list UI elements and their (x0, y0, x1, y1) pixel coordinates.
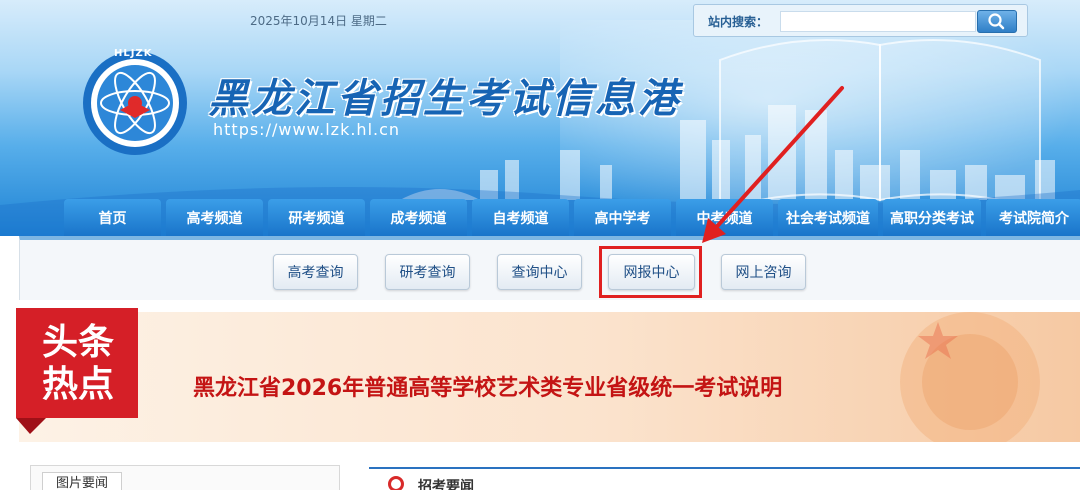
badge-line-2: 热点 (41, 364, 114, 405)
nav-tab-zhongkao[interactable]: 中考频道 (676, 199, 773, 237)
online-consult-button[interactable]: 网上咨询 (721, 254, 806, 290)
nav-tab-xuekao[interactable]: 高中学考 (574, 199, 671, 237)
current-date: 2025年10月14日 星期二 (250, 14, 387, 28)
site-search: 站内搜索： (693, 4, 1028, 37)
search-button[interactable] (977, 10, 1017, 33)
nav-tab-chengkao[interactable]: 成考频道 (370, 199, 467, 237)
nav-tab-zikao[interactable]: 自考频道 (472, 199, 569, 237)
search-icon (988, 13, 1005, 30)
nav-tab-gaokao[interactable]: 高考频道 (166, 199, 263, 237)
search-input[interactable] (780, 11, 976, 32)
hljzk-logo (83, 51, 187, 155)
admission-news-panel (369, 467, 1080, 490)
site-title: 黑龙江省招生考试信息港 (208, 75, 681, 122)
gaokao-query-button[interactable]: 高考查询 (273, 254, 358, 290)
nav-tab-gaozhi[interactable]: 高职分类考试 (883, 199, 981, 237)
headline-link[interactable]: 黑龙江省2026年普通高等学校艺术类专业省级统一考试说明 (193, 370, 782, 402)
headline-badge-text: 头条 热点 (30, 322, 126, 406)
badge-line-1: 头条 (41, 322, 114, 363)
annotation-highlight-box (599, 246, 702, 298)
photo-news-tab[interactable]: 图片要闻 (42, 472, 122, 490)
nav-tab-home[interactable]: 首页 (64, 199, 161, 237)
admission-news-title[interactable]: 招考要闻 (418, 476, 474, 490)
site-url[interactable]: https://www.lzk.hl.cn (213, 120, 400, 139)
logo-text: HLJZK (114, 48, 153, 59)
query-center-button[interactable]: 查询中心 (497, 254, 582, 290)
news-icon (388, 476, 404, 490)
yankao-query-button[interactable]: 研考查询 (385, 254, 470, 290)
nav-tab-yankao[interactable]: 研考频道 (268, 199, 365, 237)
nav-tab-about[interactable]: 考试院简介 (986, 199, 1080, 237)
nav-tab-shehui[interactable]: 社会考试频道 (778, 199, 878, 237)
search-label: 站内搜索： (708, 15, 769, 29)
main-nav: 首页 高考频道 研考频道 成考频道 自考频道 高中学考 中考频道 社会考试频道 … (64, 199, 1080, 237)
